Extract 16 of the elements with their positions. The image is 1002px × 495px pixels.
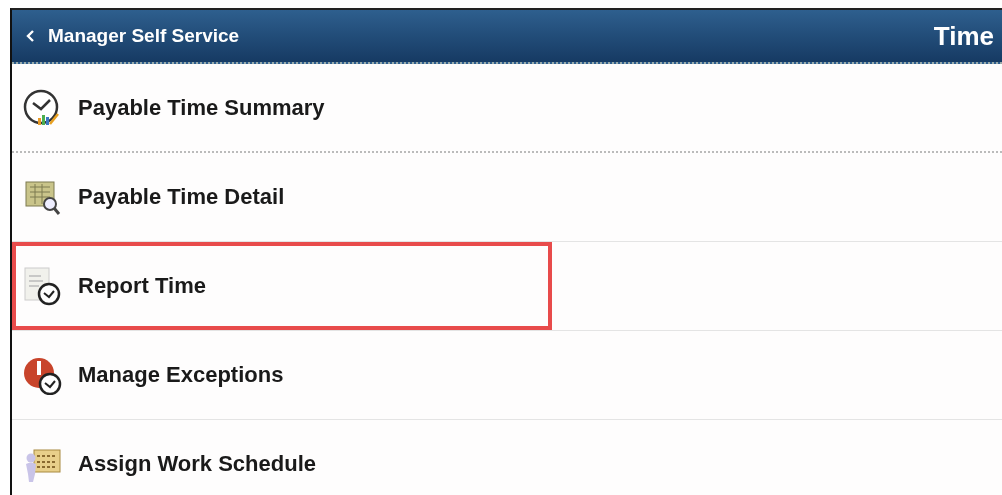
menu-item-label: Assign Work Schedule: [78, 451, 316, 477]
menu-item-label: Report Time: [78, 273, 206, 299]
menu-item-label: Payable Time Summary: [78, 94, 325, 121]
menu-item[interactable]: Manage Exceptions: [12, 331, 1002, 419]
document-clock-icon: [22, 266, 62, 306]
menu-item[interactable]: Report Time: [12, 242, 552, 330]
clock-chart-icon: [22, 87, 62, 128]
back-button[interactable]: Manager Self Service: [26, 25, 240, 47]
menu-item[interactable]: Payable Time Summary: [12, 64, 1002, 151]
page-title: Time: [933, 20, 994, 52]
alert-clock-icon: [22, 355, 62, 395]
menu-item-label: Manage Exceptions: [78, 362, 284, 388]
menu-item-label: Payable Time Detail: [78, 184, 285, 210]
menu-item[interactable]: Assign Work Schedule: [12, 420, 1002, 495]
menu-item[interactable]: Payable Time Detail: [12, 153, 1002, 241]
chevron-left-icon: [26, 29, 36, 43]
